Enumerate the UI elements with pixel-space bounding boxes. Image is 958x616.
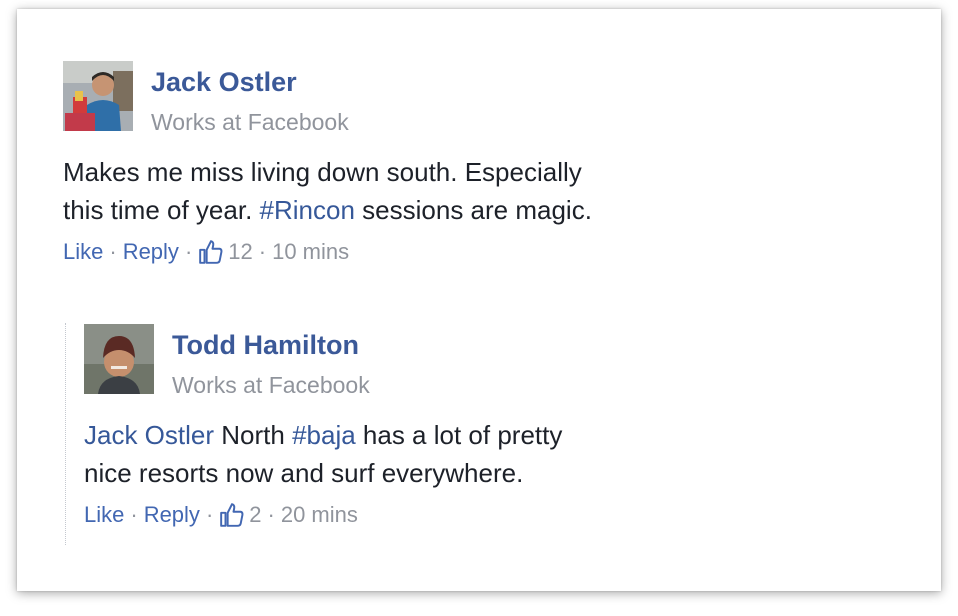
comment-actions: Like · Reply · 2 · 20 mins [84,502,358,528]
separator: · [109,239,117,264]
comment-card: Jack Ostler Works at Facebook Makes me m… [17,9,941,591]
comment-text-line: Makes me miss living down south. Especia… [63,157,582,187]
like-button[interactable]: Like [84,502,124,528]
comment-text-line: this time of year. #Rincon sessions are … [63,191,592,229]
comment: Jack Ostler Works at Facebook Makes me m… [63,61,763,281]
reply-thread-line [65,323,66,545]
avatar[interactable] [84,324,154,394]
avatar-jack-ostler [63,61,133,131]
comment-text-segment: sessions are magic. [354,195,592,225]
timestamp[interactable]: 10 mins [272,239,349,265]
thumbs-up-icon[interactable] [198,239,224,265]
comment-text-line: Jack Ostler North #baja has a lot of pre… [84,416,562,454]
hashtag-link[interactable]: #Rincon [260,195,355,225]
comment-text: Jack Ostler North #baja has a lot of pre… [84,416,562,492]
hashtag-link[interactable]: #baja [292,420,356,450]
like-count: 2 [249,502,262,527]
separator: · [205,502,214,527]
thumbs-up-icon[interactable] [219,502,245,528]
reply-button[interactable]: Reply [123,239,179,265]
separator: · [130,502,138,527]
avatar-todd-hamilton [84,324,154,394]
author-name[interactable]: Jack Ostler [151,67,297,98]
reply-comment: Todd Hamilton Works at Facebook Jack Ost… [84,324,784,544]
comment-actions: Like · Reply · 12 · 10 mins [63,239,349,265]
author-name[interactable]: Todd Hamilton [172,330,359,361]
like-count: 12 [228,239,253,264]
like-button[interactable]: Like [63,239,103,265]
separator: · [258,239,267,264]
comment-text-segment: this time of year. [63,195,260,225]
author-subtitle: Works at Facebook [172,372,370,398]
comment-text-line: nice resorts now and surf everywhere. [84,458,524,488]
separator: · [267,502,275,527]
reply-button[interactable]: Reply [144,502,200,528]
author-subtitle: Works at Facebook [151,109,349,135]
mention-link[interactable]: Jack Ostler [84,420,214,450]
avatar[interactable] [63,61,133,131]
comment-text-segment: has a lot of pretty [355,420,563,450]
comment-text-segment: North [214,420,293,450]
timestamp[interactable]: 20 mins [281,502,358,528]
comment-text: Makes me miss living down south. Especia… [63,153,592,229]
separator: · [184,239,193,264]
